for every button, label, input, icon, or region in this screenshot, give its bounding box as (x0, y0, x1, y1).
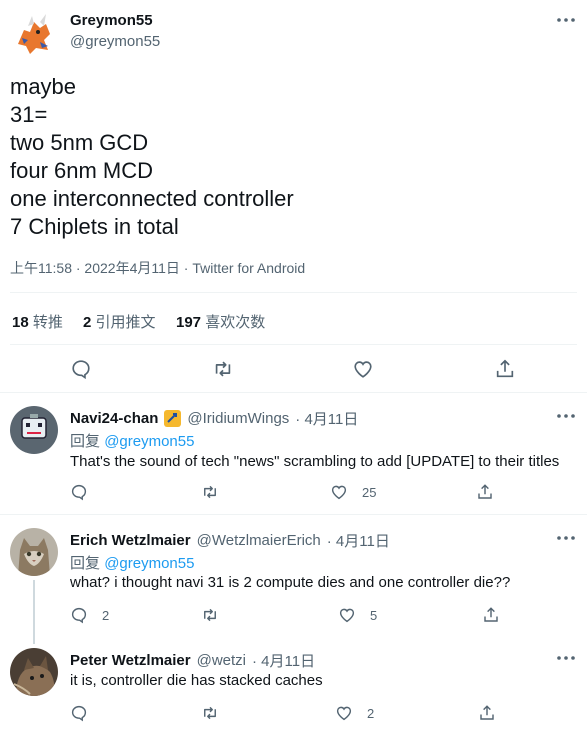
robot-avatar-icon (10, 406, 58, 454)
retweet-button[interactable] (211, 358, 235, 380)
retweet-count: 18 (12, 314, 29, 331)
reply-header: Navi24-chan @IridiumWings · 4月11日 (70, 408, 358, 429)
reply-date[interactable]: · 4月11日 (252, 650, 315, 671)
reply-date[interactable]: · 4月11日 (327, 530, 390, 551)
reply-icon (71, 607, 87, 624)
cat-avatar-icon (10, 528, 58, 576)
tweet-line: 7 Chiplets in total (10, 214, 179, 239)
reply-date[interactable]: · 4月11日 (295, 408, 358, 429)
reply-prefix: 回复 (70, 433, 101, 450)
reply-text: it is, controller die has stacked caches (70, 672, 323, 689)
reply-button[interactable] (70, 483, 102, 501)
reply-icon (71, 484, 87, 501)
reply-prefix: 回复 (70, 555, 101, 572)
heart-icon (354, 361, 372, 378)
tweet-timestamp[interactable]: 上午11:58 · 2022年4月11日 · Twitter for Andro… (10, 258, 305, 278)
divider (10, 292, 577, 293)
reply-header: Peter Wetzlmaier @wetzi · 4月11日 (70, 650, 315, 671)
tweet-line: maybe (10, 74, 77, 99)
share-button[interactable] (494, 358, 516, 380)
retweet-icon (204, 485, 216, 499)
heart-icon (331, 485, 347, 500)
replying-to: 回复 @greymon55 (70, 430, 194, 451)
retweet-button[interactable] (200, 606, 220, 624)
tweet-line: one interconnected controller (10, 186, 294, 211)
reply-author-handle[interactable]: @wetzi (197, 652, 246, 669)
like-button[interactable]: 25 (330, 483, 376, 501)
share-button[interactable] (478, 704, 496, 722)
quote-label: 引用推文 (95, 314, 156, 331)
author-handle[interactable]: @greymon55 (70, 33, 160, 50)
reply-author-name[interactable]: Peter Wetzlmaier (70, 652, 191, 669)
reply-button[interactable]: 2 (70, 606, 109, 624)
retweet-icon (215, 361, 231, 377)
retweet-label: 转推 (32, 314, 63, 331)
thread-line (33, 580, 35, 644)
more-options-icon[interactable] (556, 528, 576, 548)
share-icon (480, 705, 494, 720)
reply-author-name[interactable]: Navi24-chan (70, 410, 158, 427)
like-count: 197 (176, 314, 202, 331)
reply-author-name[interactable]: Erich Wetzlmaier (70, 532, 191, 549)
heart-icon (336, 706, 352, 721)
replying-to: 回复 @greymon55 (70, 552, 194, 573)
avatar-navi24-chan[interactable] (10, 406, 58, 454)
like-count: 25 (362, 484, 377, 500)
more-options-icon[interactable] (556, 406, 576, 426)
share-button[interactable] (476, 483, 494, 501)
divider (0, 514, 587, 515)
retweet-icon (204, 608, 216, 622)
replying-to-link[interactable]: @greymon55 (104, 555, 194, 572)
reply-button[interactable] (70, 704, 102, 722)
like-count: 2 (367, 705, 375, 721)
reply-button[interactable] (70, 358, 92, 380)
likes-stat[interactable]: 197 喜欢次数 (176, 311, 265, 332)
share-icon (478, 484, 492, 499)
reply-count: 2 (102, 607, 110, 623)
badge-icon (164, 410, 182, 427)
share-icon (484, 607, 498, 622)
tweet-line: four 6nm MCD (10, 158, 154, 183)
share-icon (496, 359, 514, 378)
reply-text: That's the sound of tech "news" scrambli… (70, 453, 560, 470)
reply-icon (71, 705, 87, 722)
like-button[interactable]: 2 (335, 704, 374, 722)
divider (10, 344, 577, 345)
retweet-button[interactable] (200, 704, 220, 722)
heart-icon (339, 608, 355, 623)
like-label: 喜欢次数 (205, 314, 266, 331)
more-options-icon[interactable] (556, 10, 576, 30)
like-button[interactable]: 5 (338, 606, 377, 624)
quote-count: 2 (83, 314, 92, 331)
cat-avatar-icon (10, 648, 58, 696)
like-button[interactable] (352, 358, 374, 380)
reply-header: Erich Wetzlmaier @WetzlmaierErich · 4月11… (70, 530, 390, 551)
reply-icon (72, 360, 90, 380)
retweet-button[interactable] (200, 483, 220, 501)
share-button[interactable] (482, 606, 500, 624)
tweet-line: two 5nm GCD (10, 130, 149, 155)
avatar-greymon55[interactable] (10, 10, 58, 58)
divider (0, 392, 587, 393)
tweet-body: maybe 31= two 5nm GCD four 6nm MCD one i… (10, 73, 294, 241)
replying-to-link[interactable]: @greymon55 (104, 433, 194, 450)
reply-text: what? i thought navi 31 is 2 compute die… (70, 574, 511, 591)
quotes-stat[interactable]: 2 引用推文 (83, 311, 156, 332)
reply-author-handle[interactable]: @IridiumWings (187, 410, 289, 427)
greymon-avatar-icon (10, 10, 58, 58)
author-name[interactable]: Greymon55 (70, 12, 153, 29)
avatar-peter-wetzlmaier[interactable] (10, 648, 58, 696)
more-options-icon[interactable] (556, 648, 576, 668)
reply-author-handle[interactable]: @WetzlmaierErich (197, 532, 321, 549)
tweet-line: 31= (10, 102, 48, 127)
avatar-erich-wetzlmaier[interactable] (10, 528, 58, 576)
retweet-icon (204, 706, 216, 720)
like-count: 5 (370, 607, 378, 623)
retweets-stat[interactable]: 18 转推 (12, 311, 63, 332)
